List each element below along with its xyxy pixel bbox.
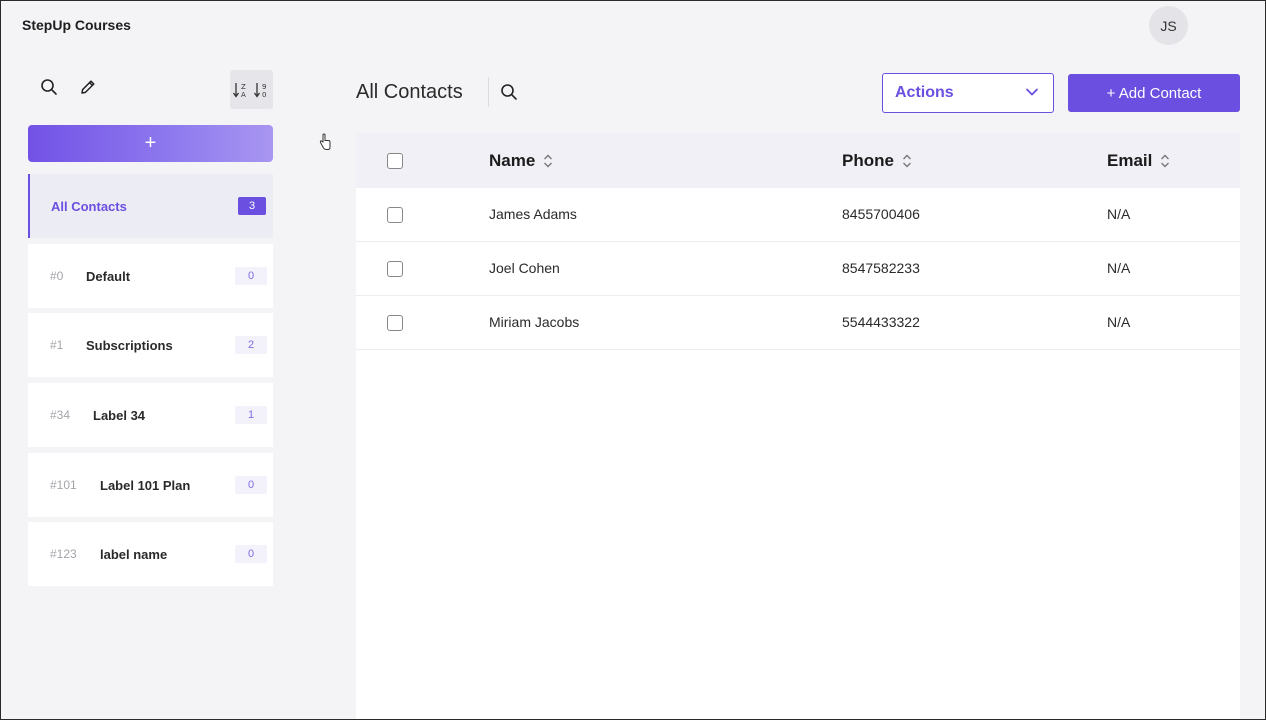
contacts-table: Name Phone Email James Adams 8455700406 …	[356, 133, 1240, 720]
edit-icon[interactable]	[77, 76, 99, 98]
add-contact-button[interactable]: + Add Contact	[1068, 74, 1240, 112]
label-item-label-34[interactable]: #34 Label 34 1	[28, 383, 273, 447]
row-checkbox[interactable]	[387, 315, 403, 331]
row-checkbox[interactable]	[387, 261, 403, 277]
label-name: Subscriptions	[86, 337, 173, 353]
contact-name: Miriam Jacobs	[489, 314, 580, 330]
column-header-label: Name	[489, 151, 536, 170]
table-header-row: Name Phone Email	[356, 133, 1240, 188]
svg-text:0: 0	[262, 91, 266, 99]
label-name: Default	[86, 268, 131, 284]
actions-dropdown-value: Actions	[895, 84, 954, 101]
svg-text:Z: Z	[241, 83, 246, 91]
svg-text:A: A	[241, 91, 246, 99]
sort-numeric-icon[interactable]: 90	[252, 70, 274, 109]
label-item-default[interactable]: #0 Default 0	[28, 244, 273, 308]
label-id: #101	[50, 478, 77, 492]
sort-icon	[1160, 153, 1170, 169]
label-count-badge: 2	[235, 336, 267, 354]
sort-alpha-icon[interactable]: ZA	[230, 70, 252, 109]
contact-email: N/A	[1107, 314, 1131, 330]
app-title: StepUp Courses	[22, 17, 131, 33]
column-header-label: Phone	[842, 151, 894, 170]
table-row[interactable]: James Adams 8455700406 N/A	[356, 188, 1240, 242]
search-icon[interactable]	[38, 76, 60, 98]
label-name: All Contacts	[51, 198, 127, 214]
label-count-badge: 0	[235, 545, 267, 563]
column-header-email[interactable]: Email	[1107, 151, 1170, 171]
label-name: Label 101 Plan	[100, 477, 191, 493]
table-row[interactable]: Joel Cohen 8547582233 N/A	[356, 242, 1240, 296]
actions-dropdown[interactable]: Actions	[882, 73, 1054, 113]
contact-phone: 5544433322	[842, 314, 920, 330]
label-id: #34	[50, 408, 71, 422]
label-count-badge: 0	[235, 267, 267, 285]
label-name: label name	[100, 546, 168, 562]
label-count-badge: 1	[235, 406, 267, 424]
contact-email: N/A	[1107, 260, 1131, 276]
row-checkbox[interactable]	[387, 207, 403, 223]
label-id: #123	[50, 547, 77, 561]
label-item-subscriptions[interactable]: #1 Subscriptions 2	[28, 313, 273, 377]
chevron-down-icon	[1025, 84, 1039, 102]
label-item-all-contacts[interactable]: All Contacts 3	[28, 174, 273, 238]
page-title: All Contacts	[356, 81, 463, 103]
svg-text:9: 9	[262, 83, 266, 91]
label-count-badge: 3	[238, 197, 266, 215]
column-header-label: Email	[1107, 151, 1153, 170]
column-header-phone[interactable]: Phone	[842, 151, 912, 171]
contact-name: Joel Cohen	[489, 260, 560, 276]
select-all-checkbox[interactable]	[387, 153, 403, 169]
contact-name: James Adams	[489, 206, 577, 222]
column-header-name[interactable]: Name	[489, 151, 553, 171]
label-id: #0	[50, 269, 64, 283]
table-row[interactable]: Miriam Jacobs 5544433322 N/A	[356, 296, 1240, 350]
sort-icon	[543, 153, 553, 169]
sort-icon	[902, 153, 912, 169]
sort-toggle-group: ZA 90	[230, 70, 273, 109]
label-item-label-name[interactable]: #123 label name 0	[28, 522, 273, 586]
contact-phone: 8455700406	[842, 206, 920, 222]
user-avatar[interactable]: JS	[1149, 6, 1188, 45]
title-divider	[488, 77, 489, 107]
contact-phone: 8547582233	[842, 260, 920, 276]
search-icon[interactable]	[498, 81, 520, 103]
label-count-badge: 0	[235, 476, 267, 494]
hand-cursor-icon	[319, 133, 331, 156]
label-item-label-101-plan[interactable]: #101 Label 101 Plan 0	[28, 453, 273, 517]
label-name: Label 34	[93, 407, 146, 423]
label-id: #1	[50, 338, 64, 352]
add-label-button[interactable]: +	[28, 125, 273, 162]
contact-email: N/A	[1107, 206, 1131, 222]
